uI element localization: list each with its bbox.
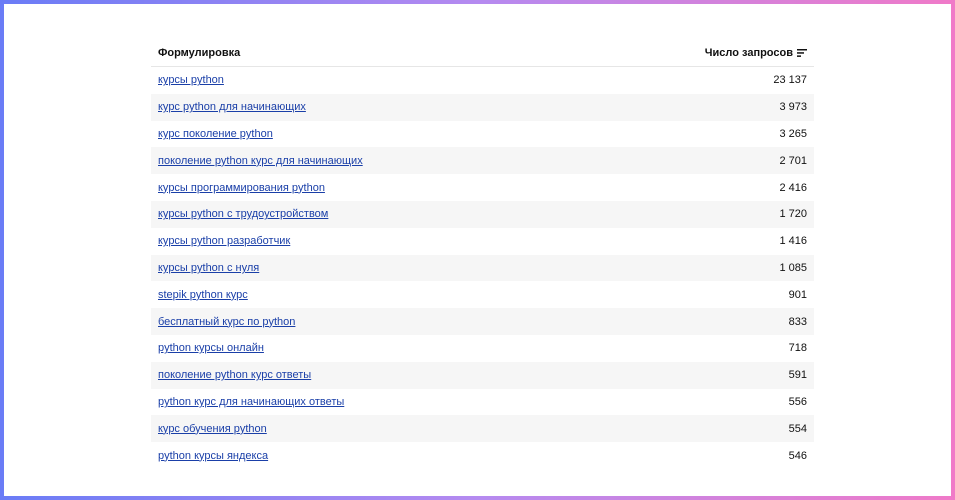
table-row: python курсы яндекса 546 — [151, 442, 814, 469]
table-row: курсы python с нуля 1 085 — [151, 254, 814, 282]
table-row: курс python для начинающих 3 973 — [151, 93, 814, 121]
table-row: stepik python курс 901 — [151, 281, 814, 308]
queries-table: Формулировка Число запросов курсы python… — [151, 39, 814, 469]
query-link[interactable]: бесплатный курс по python — [158, 316, 295, 328]
query-count: 1 720 — [779, 208, 807, 221]
query-count: 1 085 — [779, 261, 807, 274]
table-row: курсы python разработчик 1 416 — [151, 228, 814, 255]
query-count: 3 973 — [779, 101, 807, 114]
content-card: Формулировка Число запросов курсы python… — [4, 4, 951, 496]
column-header-count[interactable]: Число запросов — [705, 47, 807, 59]
query-count: 546 — [788, 449, 807, 462]
query-link[interactable]: поколение python курс ответы — [158, 369, 311, 381]
query-count: 718 — [788, 342, 807, 355]
table-row: курс обучения python 554 — [151, 415, 814, 443]
query-link[interactable]: stepik python курс — [158, 289, 248, 301]
table-row: курсы python 23 137 — [151, 67, 814, 94]
query-link[interactable]: курсы программирования python — [158, 182, 325, 194]
column-header-count-label: Число запросов — [704, 46, 793, 59]
table-row: курс поколение python 3 265 — [151, 121, 814, 148]
table-header: Формулировка Число запросов — [151, 39, 814, 67]
query-link[interactable]: курс обучения python — [158, 423, 267, 435]
query-link[interactable]: курсы python с трудоустройством — [158, 208, 328, 220]
query-count: 591 — [788, 369, 807, 382]
query-link[interactable]: python курс для начинающих ответы — [158, 396, 344, 408]
query-link[interactable]: курсы python — [158, 74, 224, 86]
query-count: 2 701 — [779, 154, 807, 167]
query-link[interactable]: курс поколение python — [158, 128, 273, 140]
query-count: 556 — [788, 395, 807, 408]
query-link[interactable]: курсы python с нуля — [158, 262, 259, 274]
query-count: 833 — [788, 315, 807, 328]
column-header-query: Формулировка — [158, 46, 241, 59]
query-count: 554 — [788, 422, 807, 435]
query-count: 1 416 — [779, 235, 807, 248]
table-row: python курс для начинающих ответы 556 — [151, 389, 814, 416]
sort-descending-icon[interactable] — [797, 48, 807, 57]
query-link[interactable]: курсы python разработчик — [158, 235, 290, 247]
query-count: 901 — [788, 288, 807, 301]
query-count: 2 416 — [779, 181, 807, 194]
table-body: курсы python 23 137 курс python для начи… — [151, 67, 814, 469]
table-row: поколение python курс для начинающих 2 7… — [151, 147, 814, 175]
table-row: курсы python с трудоустройством 1 720 — [151, 200, 814, 228]
table-row: python курсы онлайн 718 — [151, 335, 814, 362]
query-count: 3 265 — [779, 127, 807, 140]
query-link[interactable]: поколение python курс для начинающих — [158, 155, 363, 167]
table-row: поколение python курс ответы 591 — [151, 361, 814, 389]
query-count: 23 137 — [773, 74, 807, 87]
table-row: бесплатный курс по python 833 — [151, 308, 814, 335]
query-link[interactable]: python курсы яндекса — [158, 450, 268, 462]
query-link[interactable]: python курсы онлайн — [158, 342, 264, 354]
table-row: курсы программирования python 2 416 — [151, 174, 814, 201]
query-link[interactable]: курс python для начинающих — [158, 101, 306, 113]
